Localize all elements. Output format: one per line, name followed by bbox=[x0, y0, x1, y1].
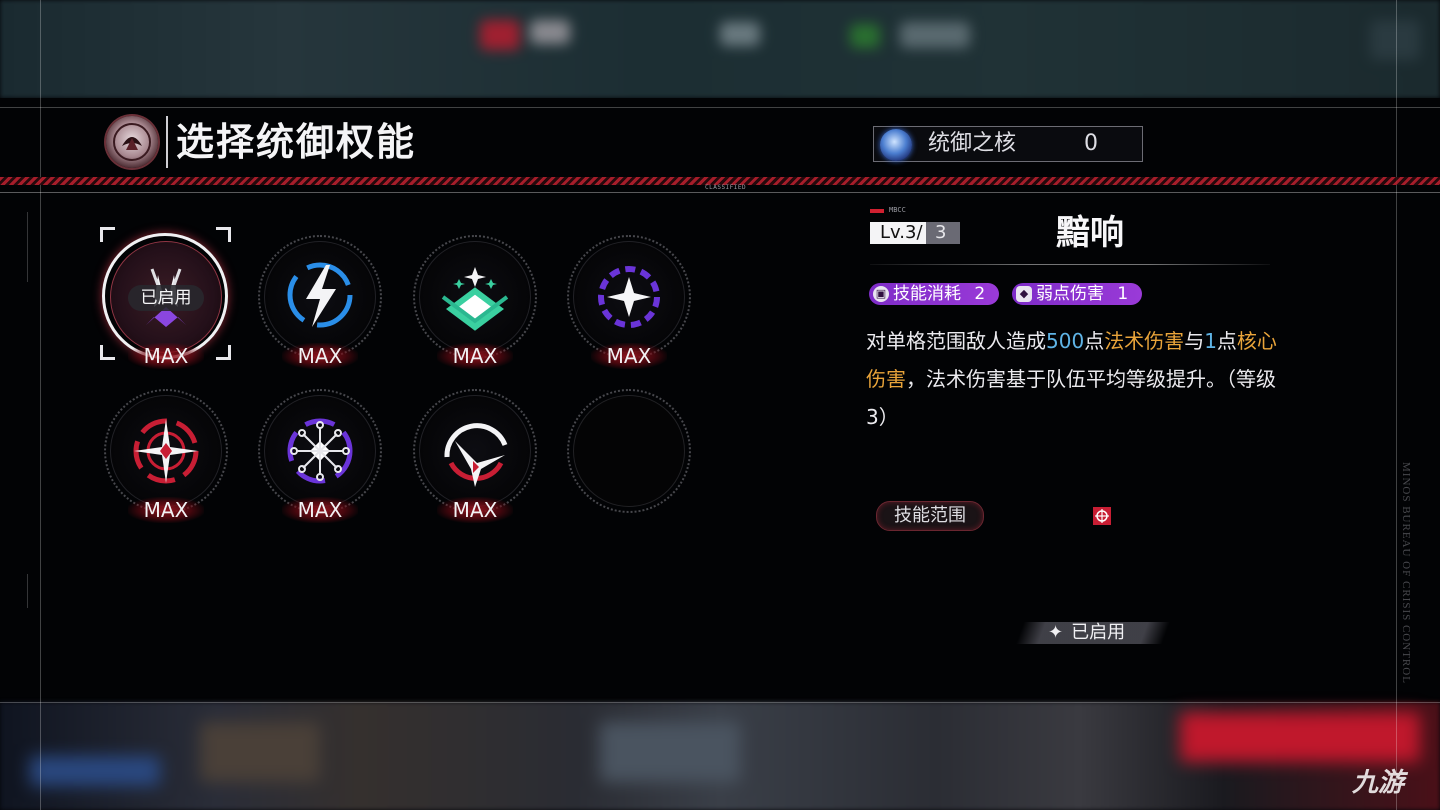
max-label: MAX bbox=[128, 343, 204, 369]
skill-slot-6[interactable]: MAX bbox=[258, 389, 382, 523]
skill-cost-label: 技能消耗 bbox=[893, 284, 961, 304]
sparkle-icon: ✦ bbox=[1048, 622, 1064, 643]
background-bottom bbox=[0, 702, 1440, 810]
selection-corner-tl bbox=[100, 227, 115, 242]
purple-node-icon bbox=[287, 418, 353, 484]
max-label: MAX bbox=[437, 497, 513, 523]
selection-corner-tr bbox=[216, 227, 231, 242]
header-separator bbox=[166, 116, 168, 168]
skill-range-button[interactable]: 技能范围 bbox=[876, 501, 984, 531]
desc-text: 与 bbox=[1184, 329, 1205, 353]
purple-star-burst-icon bbox=[598, 266, 660, 328]
weakness-damage-label: 弱点伤害 bbox=[1036, 284, 1104, 304]
skill-slot-5[interactable]: MAX bbox=[104, 389, 228, 523]
desc-damage-value: 500 bbox=[1046, 329, 1085, 353]
single-target-icon bbox=[1093, 507, 1111, 525]
page-title: 选择统御权能 bbox=[176, 120, 417, 164]
desc-text: 点 bbox=[1084, 329, 1105, 353]
name-underline bbox=[870, 264, 1270, 265]
cost-icon: ▣ bbox=[873, 286, 889, 302]
bureau-emblem-icon bbox=[106, 116, 158, 168]
red-crosshair-star-icon bbox=[133, 418, 199, 484]
level-max: 3 bbox=[935, 222, 947, 243]
red-arc-star-icon bbox=[444, 423, 508, 487]
skill-slot-7[interactable]: MAX bbox=[413, 389, 537, 523]
selection-corner-br bbox=[216, 345, 231, 360]
slot-inner bbox=[573, 395, 685, 507]
core-value: 0 bbox=[1084, 131, 1098, 156]
skill-slot-2[interactable]: MAX bbox=[258, 235, 382, 369]
mbcc-tag: MBCC bbox=[889, 206, 906, 214]
frame-deco-left-2 bbox=[27, 574, 28, 608]
max-label: MAX bbox=[591, 343, 667, 369]
desc-text: ，法术伤害基于队伍平均等级提升。（等级3） bbox=[866, 367, 1276, 429]
max-label: MAX bbox=[282, 497, 358, 523]
skill-slot-1[interactable]: 已启用 MAX bbox=[100, 227, 231, 369]
core-counter: 统御之核 0 bbox=[873, 126, 1143, 162]
weakness-icon: ◆ bbox=[1016, 286, 1032, 302]
diamond-stars-icon bbox=[441, 267, 509, 331]
desc-keyword-spell-damage: 法术伤害 bbox=[1104, 329, 1185, 353]
level-current: Lv.3/ bbox=[880, 222, 923, 243]
max-label: MAX bbox=[282, 343, 358, 369]
frame-line-bottom bbox=[0, 702, 1440, 703]
skill-name: 黯响 bbox=[1056, 213, 1124, 253]
selection-corner-bl bbox=[100, 345, 115, 360]
skill-slot-4[interactable]: MAX bbox=[567, 235, 691, 369]
skill-description: 对单格范围敌人造成500点法术伤害与1点核心伤害，法术伤害基于队伍平均等级提升。… bbox=[866, 322, 1296, 436]
enabled-button[interactable]: ✦ 已启用 bbox=[1048, 621, 1125, 645]
skill-slot-8-empty[interactable] bbox=[567, 389, 691, 513]
skill-cost-value: 2 bbox=[974, 284, 986, 304]
desc-text: 对单格范围敌人造成 bbox=[866, 329, 1046, 353]
core-label: 统御之核 bbox=[928, 131, 1017, 156]
desc-text: 点 bbox=[1216, 329, 1237, 353]
max-label: MAX bbox=[437, 343, 513, 369]
skill-slot-3[interactable]: MAX bbox=[413, 235, 537, 369]
classified-label: CLASSIFIED bbox=[705, 184, 747, 191]
enabled-button-label: 已启用 bbox=[1071, 622, 1126, 643]
weakness-damage-value: 1 bbox=[1117, 284, 1129, 304]
watermark-logo: 九游 bbox=[1352, 768, 1405, 798]
weakness-damage-pill: ◆ 弱点伤害 1 bbox=[1012, 283, 1143, 305]
frame-line-left bbox=[40, 0, 41, 810]
lightning-icon bbox=[287, 262, 353, 328]
side-deco-text: MINOS BUREAU OF CRISIS CONTROL bbox=[1400, 462, 1412, 684]
frame-deco-left bbox=[27, 212, 28, 282]
desc-core-value: 1 bbox=[1204, 329, 1217, 353]
enabled-tag: 已启用 bbox=[128, 285, 204, 311]
mbcc-marker bbox=[870, 209, 884, 213]
frame-line-right bbox=[1396, 0, 1397, 810]
core-crystal-icon bbox=[880, 129, 912, 161]
skill-cost-pill: ▣ 技能消耗 2 bbox=[869, 283, 1000, 305]
frame-line-top bbox=[0, 107, 1440, 108]
background-top bbox=[0, 0, 1440, 98]
stripe-divider bbox=[0, 192, 1440, 193]
max-label: MAX bbox=[128, 497, 204, 523]
